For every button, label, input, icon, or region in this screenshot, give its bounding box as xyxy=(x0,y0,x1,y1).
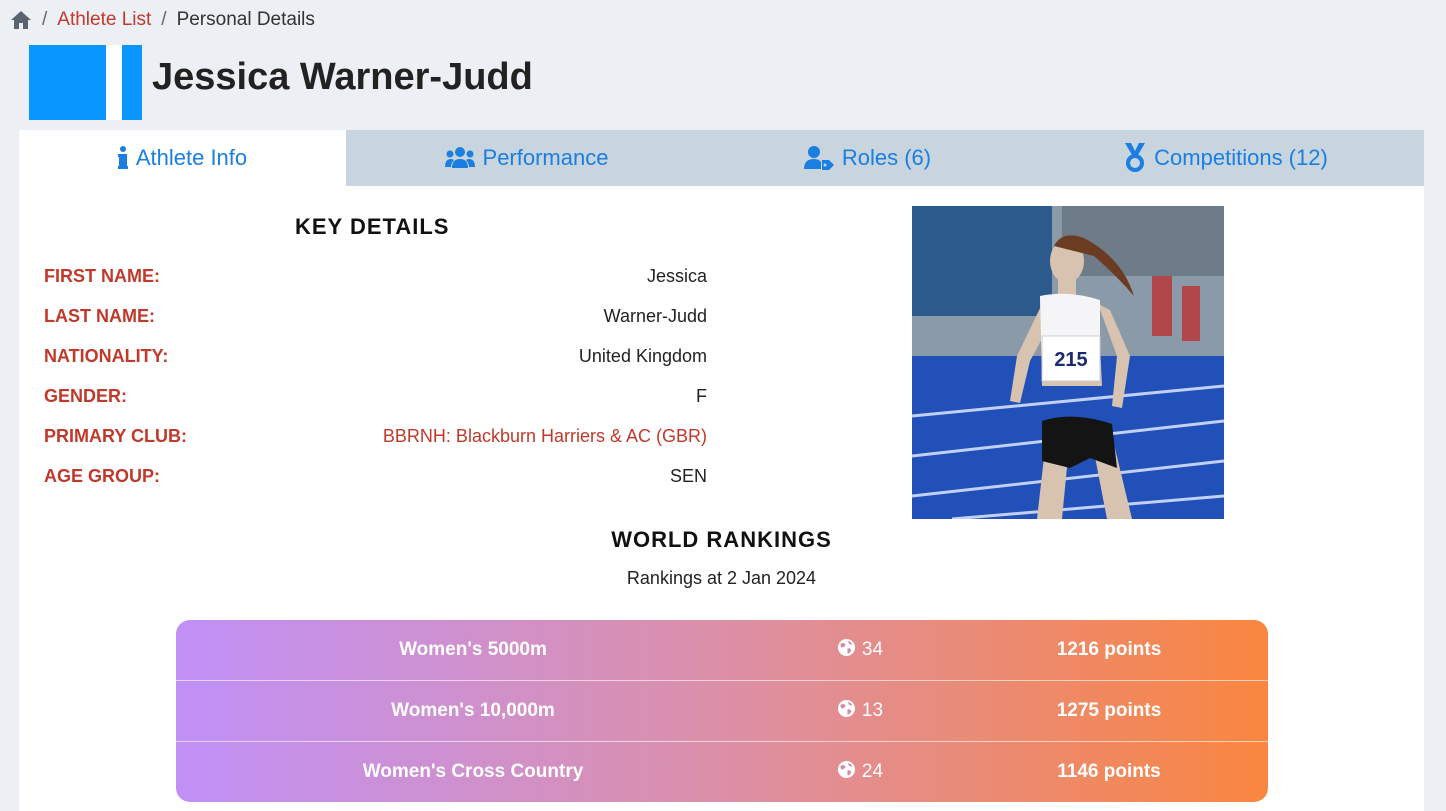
ranking-row[interactable]: Women's 10,000m 13 1275 points xyxy=(176,681,1268,742)
tab-label: Performance xyxy=(482,145,609,170)
ranking-event: Women's 10,000m xyxy=(391,700,555,721)
ranking-position: 13 xyxy=(770,699,950,724)
detail-label: LAST NAME: xyxy=(44,305,155,326)
globe-icon xyxy=(837,760,856,785)
ranking-position: 24 xyxy=(770,760,950,785)
detail-label: NATIONALITY: xyxy=(44,345,169,366)
ranking-position: 34 xyxy=(770,638,950,663)
ranking-number: 24 xyxy=(861,761,884,782)
home-icon[interactable] xyxy=(10,10,32,30)
breadcrumb: / Athlete List / Personal Details xyxy=(10,8,315,32)
detail-label: PRIMARY CLUB: xyxy=(44,425,187,446)
breadcrumb-athlete-list-link[interactable]: Athlete List xyxy=(57,9,151,31)
world-rankings-table: Women's 5000m 34 1216 points Women's 10,… xyxy=(176,620,1268,802)
globe-icon xyxy=(837,699,856,724)
primary-club-link[interactable]: BBRNH: Blackburn Harriers & AC (GBR) xyxy=(383,426,707,447)
ranking-event: Women's Cross Country xyxy=(362,761,584,782)
breadcrumb-separator: / xyxy=(42,9,48,30)
ranking-number: 13 xyxy=(861,700,884,721)
breadcrumb-current: Personal Details xyxy=(176,9,315,30)
key-details-heading: KEY DETAILS xyxy=(295,214,450,239)
ranking-points: 1146 points xyxy=(1057,761,1161,782)
rankings-date: Rankings at 2 Jan 2024 xyxy=(626,568,817,588)
detail-label: AGE GROUP: xyxy=(44,465,161,486)
breadcrumb-separator: / xyxy=(161,9,167,30)
athlete-name: Jessica Warner-Judd xyxy=(152,56,533,98)
ranking-row[interactable]: Women's Cross Country 24 1146 points xyxy=(176,742,1268,802)
tab-athlete-info[interactable]: Athlete Info xyxy=(19,130,346,186)
ranking-row[interactable]: Women's 5000m 34 1216 points xyxy=(176,620,1268,681)
flag-stripe xyxy=(106,45,122,120)
nationality-flag xyxy=(29,45,142,120)
tab-bar: Athlete Info Performance Roles (6) Compe… xyxy=(19,130,1424,186)
tab-roles[interactable]: Roles (6) xyxy=(707,130,1028,186)
tab-label: Roles (6) xyxy=(841,145,932,170)
medal-icon xyxy=(1124,143,1146,173)
users-icon xyxy=(444,147,475,169)
ranking-event: Women's 5000m xyxy=(399,639,547,660)
world-rankings-heading: WORLD RANKINGS xyxy=(611,527,832,552)
globe-icon xyxy=(837,638,856,663)
tab-label: Competitions (12) xyxy=(1154,145,1328,170)
detail-value: Jessica xyxy=(646,265,707,286)
ranking-points: 1216 points xyxy=(1056,639,1162,660)
svg-text:215: 215 xyxy=(1054,349,1087,371)
detail-row-nationality: NATIONALITY: United Kingdom xyxy=(44,341,707,371)
info-icon xyxy=(117,146,128,170)
detail-label: FIRST NAME: xyxy=(44,265,160,286)
detail-row-primary-club: PRIMARY CLUB: BBRNH: Blackburn Harriers … xyxy=(44,421,707,451)
detail-value: F xyxy=(696,385,707,406)
detail-row-gender: GENDER: F xyxy=(44,381,707,411)
user-tag-icon xyxy=(803,146,834,170)
tab-competitions[interactable]: Competitions (12) xyxy=(1028,130,1424,186)
detail-row-age-group: AGE GROUP: SEN xyxy=(44,461,707,491)
tab-label: Athlete Info xyxy=(135,145,248,170)
ranking-number: 34 xyxy=(861,639,884,660)
detail-label: GENDER: xyxy=(44,385,128,406)
detail-value: SEN xyxy=(669,465,707,486)
detail-value: United Kingdom xyxy=(578,345,707,366)
athlete-info-panel: KEY DETAILS FIRST NAME: Jessica LAST NAM… xyxy=(19,186,1424,811)
detail-value: Warner-Judd xyxy=(603,305,707,326)
ranking-points: 1275 points xyxy=(1056,700,1162,721)
detail-row-last-name: LAST NAME: Warner-Judd xyxy=(44,301,707,331)
detail-row-first-name: FIRST NAME: Jessica xyxy=(44,261,707,291)
tab-performance[interactable]: Performance xyxy=(346,130,707,186)
athlete-photo: 215 xyxy=(912,206,1224,519)
